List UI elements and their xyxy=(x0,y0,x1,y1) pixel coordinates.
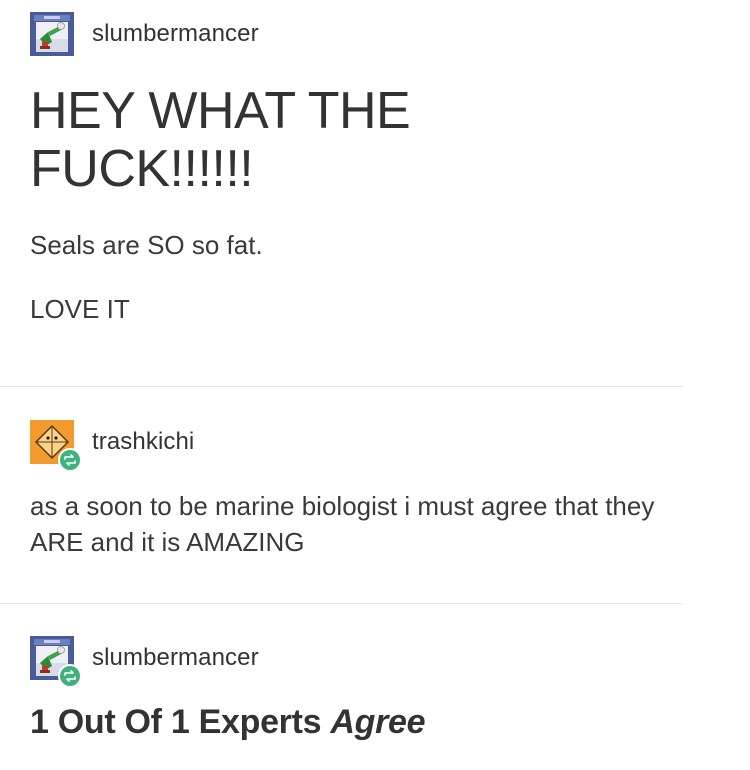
post-title: HEY WHAT THE FUCK!!!!!! xyxy=(30,82,411,198)
post-header: slumbermancer xyxy=(30,636,680,688)
post-bold-text: 1 Out Of 1 Experts Agree xyxy=(30,702,680,742)
post-header: trashkichi xyxy=(30,420,680,472)
post-emphasis-text: Agree xyxy=(330,703,426,741)
reblog-icon xyxy=(58,664,82,688)
post-paragraph: LOVE IT xyxy=(30,294,130,324)
post-reblog: slumbermancer 1 Out Of 1 Experts Agree xyxy=(30,636,680,742)
post-paragraph: Seals are SO so fat. xyxy=(30,230,263,260)
reblog-arrows-icon xyxy=(64,670,76,682)
slumbermancer-avatar[interactable] xyxy=(30,12,74,56)
username[interactable]: slumbermancer xyxy=(92,644,259,672)
reblog-arrows-icon xyxy=(64,454,76,466)
divider xyxy=(0,603,683,604)
trashkichi-avatar[interactable] xyxy=(30,420,82,472)
post-header: slumbermancer xyxy=(30,12,680,56)
post-paragraph: as a soon to be marine biologist i must … xyxy=(30,491,655,557)
divider xyxy=(0,386,683,387)
slumbermancer-avatar-image xyxy=(30,12,74,56)
post-reblog: trashkichi as a soon to be marine biolog… xyxy=(30,420,680,560)
username[interactable]: trashkichi xyxy=(92,428,194,456)
post-bold-text-main: 1 Out Of 1 Experts xyxy=(30,703,331,741)
reblog-icon xyxy=(58,448,82,472)
slumbermancer-avatar[interactable] xyxy=(30,636,82,688)
username[interactable]: slumbermancer xyxy=(92,20,259,48)
post-original: slumbermancer HEY WHAT THE FUCK!!!!!! Se… xyxy=(30,12,680,326)
